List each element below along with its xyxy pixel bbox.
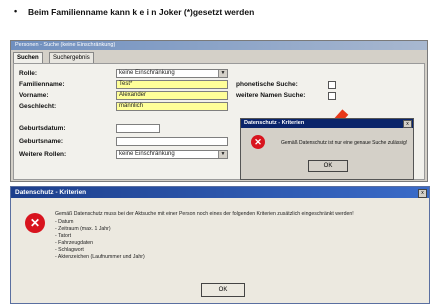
weitere-rollen-value: keine Einschränkung — [119, 151, 175, 157]
error-icon: ✕ — [251, 135, 265, 149]
slide-heading: Beim Familienname kann k e i n Joker (*)… — [28, 7, 255, 17]
weitere-rollen-label: Weitere Rollen: — [19, 151, 67, 158]
tab-suchen[interactable]: Suchen — [13, 52, 43, 63]
bullet-marker: • — [14, 6, 18, 16]
criteria-item: - Fahrzeugdaten — [55, 240, 94, 246]
criteria-item: - Aktenzeichen (Laufnummer und Jahr) — [55, 254, 145, 260]
large-dialog-title: Datenschutz - Kriterien — [11, 187, 429, 198]
chevron-down-icon[interactable]: ▼ — [218, 70, 227, 77]
geschlecht-label: Geschlecht: — [19, 103, 57, 110]
geburtsname-label: Geburtsname: — [19, 138, 64, 145]
phonetische-suche-checkbox[interactable] — [328, 81, 336, 89]
chevron-down-icon[interactable]: ▼ — [218, 151, 227, 158]
familienname-field[interactable]: Test* — [116, 80, 228, 89]
ok-button[interactable]: OK — [308, 160, 348, 172]
close-icon[interactable]: x — [418, 189, 427, 198]
small-dialog-title: Datenschutz - Kriterien — [241, 119, 413, 128]
rolle-value: keine Einschränkung — [119, 70, 175, 76]
slide-header: • Beim Familienname kann k e i n Joker (… — [0, 0, 436, 38]
large-dialog-message: Gemäß Datenschutz muss bei der Aktsuche … — [55, 211, 354, 217]
criteria-item: - Tatort — [55, 233, 72, 239]
geburtsdatum-field[interactable] — [116, 124, 160, 133]
geburtsname-field[interactable] — [116, 137, 228, 146]
phonetische-suche-label: phonetische Suche: — [236, 81, 298, 88]
geschlecht-field[interactable]: männlich — [116, 102, 228, 111]
vorname-field[interactable]: Alexander — [116, 91, 228, 100]
tab-suchergebnis[interactable]: Suchergebnis — [49, 52, 94, 63]
ok-button[interactable]: OK — [201, 283, 245, 297]
rolle-label: Rolle: — [19, 70, 38, 77]
criteria-item: - Datum — [55, 219, 74, 225]
weitere-namen-checkbox[interactable] — [328, 92, 336, 100]
small-dialog-message: Gemäß Datenschutz ist nur eine genaue Su… — [281, 140, 408, 146]
familienname-label: Familienname: — [19, 81, 65, 88]
weitere-rollen-select[interactable]: keine Einschränkung ▼ — [116, 150, 228, 159]
weitere-namen-label: weitere Namen Suche: — [236, 92, 306, 99]
datenschutz-dialog-small: Datenschutz - Kriterien x ✕ Gemäß Datens… — [240, 118, 414, 180]
search-window-title: Personen - Suche (keine Einschränkung) — [11, 41, 427, 50]
datenschutz-dialog-large: Datenschutz - Kriterien x ✕ Gemäß Datens… — [10, 186, 430, 304]
criteria-item: - Zeitraum (max. 1 Jahr) — [55, 226, 111, 232]
rolle-select[interactable]: keine Einschränkung ▼ — [116, 69, 228, 78]
close-icon[interactable]: x — [403, 120, 412, 128]
geburtsdatum-label: Geburtsdatum: — [19, 125, 66, 132]
vorname-label: Vorname: — [19, 92, 49, 99]
criteria-item: - Schlagwort — [55, 247, 84, 253]
error-icon: ✕ — [25, 213, 45, 233]
